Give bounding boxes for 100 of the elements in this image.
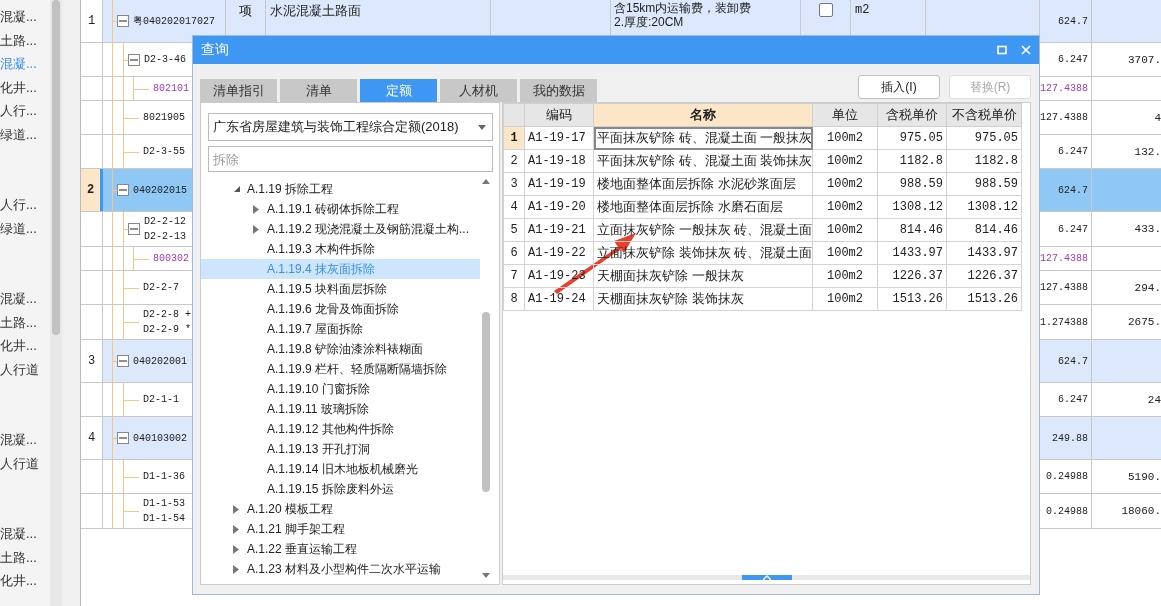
quantity-cell: 127.4388 [1040, 112, 1088, 123]
sidebar-item[interactable]: 土路... [0, 310, 50, 334]
collapsed-arrow-icon[interactable] [253, 224, 259, 234]
scrollbar-thumb[interactable] [52, 0, 60, 335]
row-number-cell[interactable]: 2 [503, 149, 525, 173]
collapsed-arrow-icon[interactable] [233, 504, 239, 514]
expanded-arrow-icon[interactable] [233, 185, 241, 193]
code-cell: A1-19-18 [524, 149, 594, 173]
collapse-toggle[interactable] [117, 355, 129, 367]
scrollbar-thumb[interactable] [482, 312, 490, 492]
tree-item[interactable]: A.1.19.3 木构件拆除 [201, 239, 480, 259]
collapsed-arrow-icon[interactable] [253, 204, 259, 214]
collapse-toggle[interactable] [128, 53, 140, 66]
code-cell: A1-19-22 [524, 241, 594, 265]
tree-item[interactable]: A.1.19.12 其他构件拆除 [201, 419, 480, 439]
unit-cell: 100m2 [812, 149, 878, 173]
collapse-toggle[interactable] [117, 15, 129, 27]
maximize-icon[interactable] [997, 45, 1007, 55]
code-cell-text: 040202001 [133, 354, 187, 369]
sidebar-item[interactable]: 人行... [0, 193, 50, 217]
name-cell: 天棚面抹灰铲除 一般抹灰 [593, 264, 813, 288]
sidebar-item[interactable]: 土路... [0, 545, 50, 569]
column-header[interactable]: 单位 [812, 103, 878, 127]
tree-item[interactable]: A.1.19.8 铲除油漆涂料裱糊面 [201, 339, 480, 359]
sidebar-item[interactable]: 绿道... [0, 122, 50, 146]
collapse-toggle[interactable] [128, 223, 140, 235]
sidebar-item[interactable]: 土路... [0, 28, 50, 52]
tree-item[interactable]: A.1.19.14 旧木地板机械磨光 [201, 459, 480, 479]
sidebar-item[interactable]: 人行道 [0, 451, 50, 475]
row-number-cell[interactable]: 7 [503, 264, 525, 288]
sidebar-item[interactable]: 化井... [0, 569, 50, 593]
quantity-cell: 127.4388 [1040, 253, 1088, 264]
price-cell: 1513.26 [877, 287, 947, 311]
tree-item[interactable]: A.1.23 材料及小型构件二次水平运输 [201, 559, 480, 579]
sidebar-item[interactable]: 人行道 [0, 357, 50, 381]
scroll-down-icon[interactable] [482, 573, 490, 578]
tree-item[interactable]: A.1.22 垂直运输工程 [201, 539, 480, 559]
sidebar-item[interactable]: 人行... [0, 99, 50, 123]
quantity-cell: 6.247 [1058, 223, 1088, 235]
tree-item[interactable]: A.1.19.6 龙骨及饰面拆除 [201, 299, 480, 319]
code-cell: A1-19-17 [524, 126, 594, 150]
name-cell: 水泥混凝土路面 [270, 2, 361, 20]
tree-item[interactable]: A.1.19.10 门窗拆除 [201, 379, 480, 399]
minus-icon [119, 186, 127, 194]
scroll-up-icon[interactable] [482, 179, 490, 184]
row-number-cell[interactable]: 3 [503, 172, 525, 196]
tree-item[interactable]: A.1.19.9 栏杆、轻质隔断隔墙拆除 [201, 359, 480, 379]
tree-item[interactable]: A.1.21 脚手架工程 [201, 519, 480, 539]
tree-item[interactable]: A.1.19.5 块料面层拆除 [201, 279, 480, 299]
table-cell: 24 [1147, 393, 1161, 406]
dropdown-caret-icon [478, 124, 486, 130]
code-cell-text: 8021905 [143, 111, 185, 125]
collapsed-arrow-icon[interactable] [233, 544, 239, 554]
collapse-toggle[interactable] [117, 184, 129, 196]
row-number-cell[interactable]: 4 [503, 195, 525, 219]
sidebar-item[interactable]: 绿道... [0, 216, 50, 240]
minus-icon [130, 225, 138, 233]
column-header[interactable]: 名称 [593, 103, 813, 127]
dialog-title: 查询 [201, 41, 229, 59]
search-field[interactable]: 拆除 [208, 146, 493, 172]
column-header[interactable]: 含税单价 [877, 103, 947, 127]
scroll-handle[interactable] [741, 575, 792, 580]
row-number-cell[interactable]: 6 [503, 241, 525, 265]
tree-item[interactable]: A.1.19.15 拆除废料外运 [201, 479, 480, 499]
sidebar-item[interactable]: 混凝... [0, 287, 50, 311]
sidebar-item[interactable]: 化井... [0, 75, 50, 99]
column-header[interactable]: 不含税单价 [946, 103, 1022, 127]
sidebar-item[interactable]: 化井... [0, 334, 50, 358]
collapse-toggle[interactable] [117, 432, 129, 444]
tree-item[interactable]: A.1.19.13 开孔打洞 [201, 439, 480, 459]
row-number-cell[interactable]: 5 [503, 218, 525, 242]
tab[interactable]: 清单指引 [200, 79, 277, 102]
code-cell-text: D1-1-53 D1-1-54 [143, 497, 185, 526]
table-cell: 18060. [1121, 505, 1161, 517]
minus-icon [119, 434, 127, 442]
collapsed-arrow-icon[interactable] [233, 564, 239, 574]
quantity-cell: 624.7 [1058, 355, 1088, 367]
row-number-cell[interactable]: 1 [503, 126, 525, 150]
tab[interactable]: 人材机 [440, 79, 517, 102]
insert-button[interactable]: 插入(I) [858, 75, 940, 99]
sidebar-item[interactable]: 混凝... [0, 5, 50, 29]
row-number-cell[interactable]: 8 [503, 287, 525, 311]
tree-item[interactable]: A.1.20 模板工程 [201, 499, 480, 519]
column-header[interactable]: 编码 [524, 103, 594, 127]
close-icon[interactable] [1021, 45, 1031, 55]
sidebar-item[interactable]: 混凝... [0, 522, 50, 546]
tab[interactable]: 清单 [280, 79, 357, 102]
checkbox[interactable] [818, 3, 833, 17]
tree-item[interactable]: A.1.19.11 玻璃拆除 [201, 399, 480, 419]
type-cell: 项 [239, 2, 252, 20]
tree-item[interactable]: A.1.19.7 屋面拆除 [201, 319, 480, 339]
tree-item[interactable]: A.1.19 拆除工程 [201, 179, 480, 199]
tree-item[interactable]: A.1.19.2 现浇混凝土及钢筋混凝土构... [201, 219, 480, 239]
sidebar-item[interactable]: 混凝... [0, 428, 50, 452]
quantity-cell: 1.274388 [1040, 316, 1088, 328]
collapsed-arrow-icon[interactable] [233, 524, 239, 534]
name-cell: 楼地面整体面层拆除 水泥砂浆面层 [593, 172, 813, 196]
tree-item[interactable]: A.1.19.1 砖砌体拆除工程 [201, 199, 480, 219]
tab[interactable]: 我的数据 [520, 79, 597, 102]
library-dropdown[interactable]: 广东省房屋建筑与装饰工程综合定额(2018) [208, 113, 493, 141]
